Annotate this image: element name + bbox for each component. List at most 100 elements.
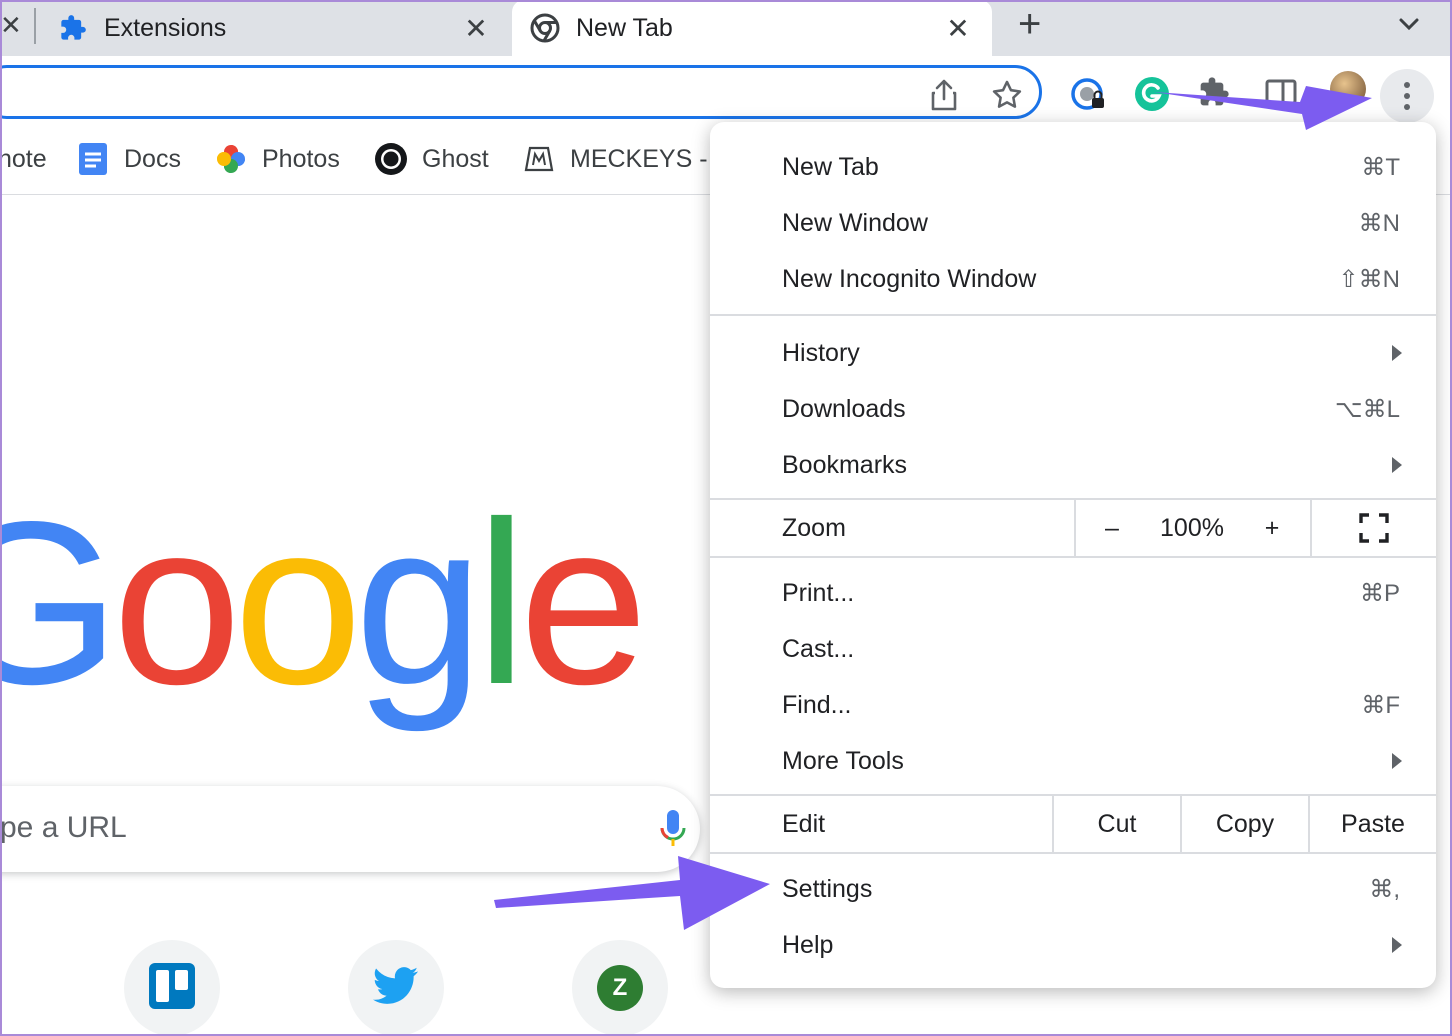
menu-dot [1404, 82, 1410, 88]
meckeys-icon [522, 142, 556, 176]
menu-item-shortcut: ⌥⌘L [1334, 395, 1400, 423]
tab-strip: ✕ Extensions ✕ New Tab ✕ + [0, 0, 1452, 56]
extensions-puzzle-icon[interactable] [1198, 76, 1230, 113]
address-bar[interactable] [0, 65, 1042, 119]
menu-item-shortcut: ⌘P [1359, 579, 1400, 607]
zoom-label: Zoom [782, 513, 846, 542]
menu-item-bookmarks[interactable]: Bookmarks [710, 437, 1436, 493]
microphone-icon[interactable] [658, 808, 688, 855]
docs-icon [76, 142, 110, 176]
submenu-arrow-icon [1392, 937, 1402, 953]
logo-letter: G [0, 474, 120, 733]
tab-label: Extensions [104, 13, 227, 42]
submenu-arrow-icon [1392, 345, 1402, 361]
edit-label: Edit [782, 809, 826, 838]
logo-letter: e [519, 474, 648, 733]
reading-list-icon[interactable] [1264, 76, 1298, 113]
bookmark-docs[interactable]: Docs [76, 141, 181, 177]
menu-item-label: New Tab [782, 152, 879, 181]
menu-divider [710, 852, 1436, 854]
shortcut-twitter[interactable] [348, 940, 444, 1036]
menu-item-help[interactable]: Help [710, 917, 1436, 973]
menu-item-label: Downloads [782, 394, 906, 423]
bookmark-label: Docs [124, 144, 181, 173]
chrome-icon [530, 13, 560, 43]
bookmark-label: note [0, 144, 47, 173]
zoom-in-button[interactable]: + [1242, 500, 1302, 556]
bookmark-photos[interactable]: Photos [214, 141, 340, 177]
menu-item-label: Bookmarks [782, 450, 908, 479]
grammarly-icon[interactable] [1134, 76, 1170, 117]
logo-letter: o [233, 474, 363, 733]
menu-item-label: More Tools [782, 746, 904, 775]
menu-item-label: New Incognito Window [782, 264, 1037, 293]
tab-close-icon[interactable]: ✕ [944, 12, 972, 45]
google-search-box[interactable]: pe a URL [0, 786, 700, 872]
menu-edit-row: Edit Cut Copy Paste [710, 796, 1436, 852]
menu-item-new-window[interactable]: New Window ⌘N [710, 195, 1436, 251]
menu-item-label: Find... [782, 690, 852, 719]
menu-item-new-tab[interactable]: New Tab ⌘T [710, 139, 1436, 195]
previous-tab-close-icon[interactable]: ✕ [0, 10, 22, 41]
menu-zoom-row: Zoom – 100% + [710, 500, 1436, 556]
menu-item-shortcut: ⌘F [1361, 691, 1400, 719]
cut-button[interactable]: Cut [1054, 796, 1180, 852]
menu-item-label: New Window [782, 208, 928, 237]
menu-item-shortcut: ⌘N [1358, 209, 1400, 237]
tab-label: New Tab [576, 13, 673, 42]
trello-icon [148, 962, 196, 1015]
chrome-menu-button[interactable] [1380, 69, 1434, 123]
paste-button[interactable]: Paste [1310, 796, 1436, 852]
bookmark-label: MECKEYS - [570, 144, 708, 173]
tab-extensions[interactable]: Extensions ✕ [40, 0, 510, 56]
menu-item-new-incognito-window[interactable]: New Incognito Window ⇧⌘N [710, 251, 1436, 307]
bookmark-ghost[interactable]: Ghost [374, 141, 489, 177]
bookmark-meckeys[interactable]: MECKEYS - [522, 141, 708, 177]
tab-new-tab[interactable]: New Tab ✕ [512, 0, 992, 56]
menu-item-label: Print... [782, 578, 855, 607]
menu-item-print[interactable]: Print... ⌘P [710, 565, 1436, 621]
bookmark-evernote[interactable]: note [0, 141, 47, 177]
menu-item-more-tools[interactable]: More Tools [710, 733, 1436, 789]
menu-item-settings[interactable]: Settings ⌘, [710, 861, 1436, 917]
ghost-icon [374, 142, 408, 176]
menu-item-label: Cast... [782, 634, 855, 663]
zoho-letter: Z [612, 974, 628, 1001]
zoom-out-button[interactable]: – [1082, 500, 1142, 556]
new-tab-button[interactable]: + [1018, 2, 1041, 46]
logo-letter: o [112, 474, 241, 733]
photos-icon [214, 142, 248, 176]
menu-item-label: History [782, 338, 860, 367]
menu-divider [1074, 500, 1076, 556]
menu-item-history[interactable]: History [710, 325, 1436, 381]
profile-avatar[interactable] [1330, 71, 1366, 107]
copy-button[interactable]: Copy [1182, 796, 1308, 852]
menu-divider [710, 314, 1436, 316]
shortcut-trello[interactable] [124, 940, 220, 1036]
shortcut-zoho[interactable]: Z [572, 940, 668, 1036]
fullscreen-button[interactable] [1312, 500, 1436, 556]
tab-close-icon[interactable]: ✕ [462, 12, 490, 45]
menu-item-downloads[interactable]: Downloads ⌥⌘L [710, 381, 1436, 437]
password-manager-icon[interactable] [1070, 76, 1108, 119]
bookmark-label: Photos [262, 144, 340, 173]
menu-item-cast[interactable]: Cast... [710, 621, 1436, 677]
submenu-arrow-icon [1392, 457, 1402, 473]
share-icon[interactable] [928, 78, 960, 117]
submenu-arrow-icon [1392, 753, 1402, 769]
bookmark-label: Ghost [422, 144, 489, 173]
google-logo: Google [0, 488, 648, 720]
menu-item-label: Settings [782, 874, 873, 903]
menu-dot [1404, 93, 1410, 99]
menu-item-label: Help [782, 930, 834, 959]
puzzle-icon [58, 13, 88, 43]
chevron-down-icon[interactable] [1393, 8, 1425, 40]
zoom-level: 100% [1160, 513, 1224, 542]
logo-letter: l [475, 474, 527, 733]
menu-item-shortcut: ⇧⌘N [1338, 265, 1400, 293]
menu-item-shortcut: ⌘T [1361, 153, 1400, 181]
bookmark-star-icon[interactable] [990, 78, 1024, 117]
tab-separator [34, 8, 36, 44]
menu-item-find[interactable]: Find... ⌘F [710, 677, 1436, 733]
menu-dot [1404, 104, 1410, 110]
